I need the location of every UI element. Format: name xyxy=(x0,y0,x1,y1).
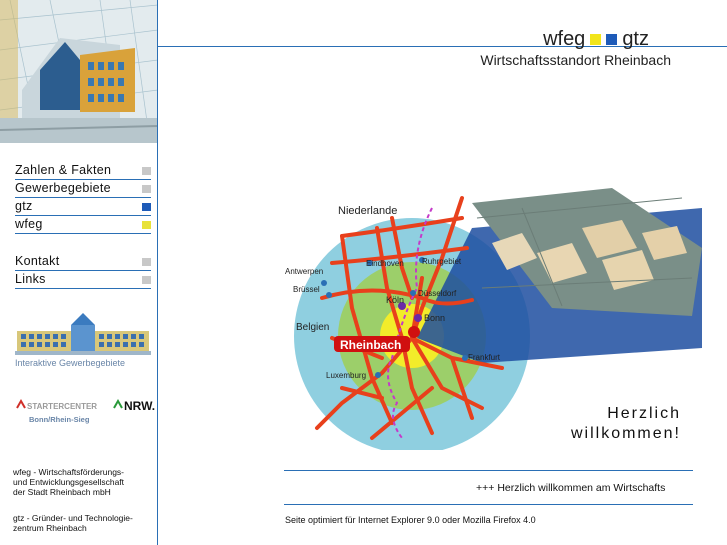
gtz-desc-line: gtz - Gründer- und Technologie- xyxy=(13,513,133,523)
gewerbegebiete-building-icon[interactable] xyxy=(15,311,151,357)
nav-item-label: wfeg xyxy=(15,217,43,231)
nav-marker-icon xyxy=(142,167,151,175)
browser-notice: Seite optimiert für Internet Explorer 9.… xyxy=(285,515,536,525)
bonn-marker xyxy=(414,314,422,322)
gewerbegebiete-label[interactable]: Interaktive Gewerbegebiete xyxy=(15,358,125,368)
main-nav: Zahlen & Fakten Gewerbegebiete gtz wfeg xyxy=(15,162,151,234)
secondary-nav: Kontakt Links xyxy=(15,253,151,289)
rheinbach-marker xyxy=(408,326,420,338)
header-building-photo xyxy=(0,0,158,143)
wfeg-desc-line: der Stadt Rheinbach mbH xyxy=(13,487,111,497)
startercenter-text: STARTERCENTER xyxy=(27,402,97,411)
brand-logo: wfeg gtz xyxy=(543,28,649,51)
welcome-text: Herzlich willkommen! xyxy=(571,404,681,444)
nav-item-label: gtz xyxy=(15,199,33,213)
gtz-desc-line: zentrum Rheinbach xyxy=(13,523,87,533)
nav-item-links[interactable]: Links xyxy=(15,271,151,289)
label-eindhoven: Eindhoven xyxy=(366,259,404,268)
label-belgien: Belgien xyxy=(296,322,329,333)
label-duesseldorf: Düsseldorf xyxy=(418,289,457,298)
label-bonn: Bonn xyxy=(424,313,445,323)
label-antwerpen: Antwerpen xyxy=(285,267,323,276)
nav-marker-icon xyxy=(142,203,151,211)
nav-marker-icon xyxy=(142,276,151,284)
nav-item-label: Kontakt xyxy=(15,254,60,268)
brand-wfeg: wfeg xyxy=(543,28,586,50)
label-koeln: Köln xyxy=(386,295,404,305)
news-ticker: +++ Herzlich willkommen am Wirtschafts xyxy=(476,482,666,494)
nav-item-gewerbegebiete[interactable]: Gewerbegebiete xyxy=(15,180,151,198)
blue-square-icon xyxy=(606,34,618,45)
site-subtitle: Wirtschaftsstandort Rheinbach xyxy=(480,52,671,68)
label-rheinbach: Rheinbach xyxy=(340,338,401,352)
nav-item-gtz[interactable]: gtz xyxy=(15,198,151,216)
startercenter-subtitle: Bonn/Rhein-Sieg xyxy=(29,415,90,424)
yellow-square-icon xyxy=(590,34,602,45)
nav-item-kontakt[interactable]: Kontakt xyxy=(15,253,151,271)
nav-marker-icon xyxy=(142,185,151,193)
label-niederlande: Niederlande xyxy=(338,205,397,217)
label-frankfurt: Frankfurt xyxy=(468,353,501,362)
wfeg-desc-line: wfeg - Wirtschaftsförderungs- xyxy=(13,467,125,477)
nav-item-wfeg[interactable]: wfeg xyxy=(15,216,151,234)
wfeg-desc-line: und Entwicklungsgesellschaft xyxy=(13,477,125,487)
ticker-divider-bottom xyxy=(284,504,693,505)
wfeg-description: wfeg - Wirtschaftsförderungs- und Entwic… xyxy=(13,467,158,497)
nav-item-label: Gewerbegebiete xyxy=(15,181,111,195)
nrw-text: NRW. xyxy=(124,399,155,413)
label-bruessel: Brüssel xyxy=(293,285,320,294)
label-ruhrgebiet: Ruhrgebiet xyxy=(422,257,462,266)
nav-marker-icon xyxy=(142,221,151,229)
nav-item-label: Links xyxy=(15,272,46,286)
nav-item-label: Zahlen & Fakten xyxy=(15,163,112,177)
label-luxemburg: Luxemburg xyxy=(326,371,366,380)
nav-item-zahlen-fakten[interactable]: Zahlen & Fakten xyxy=(15,162,151,180)
page: wfeg gtz Wirtschaftsstandort Rheinbach Z… xyxy=(0,0,727,545)
nav-marker-icon xyxy=(142,258,151,266)
ticker-divider-top xyxy=(284,470,693,471)
vertical-divider xyxy=(157,0,158,545)
brand-gtz: gtz xyxy=(622,28,649,50)
gtz-description: gtz - Gründer- und Technologie- zentrum … xyxy=(13,513,158,533)
welcome-line-2: willkommen! xyxy=(570,425,681,442)
welcome-line-1: Herzlich xyxy=(607,405,681,422)
